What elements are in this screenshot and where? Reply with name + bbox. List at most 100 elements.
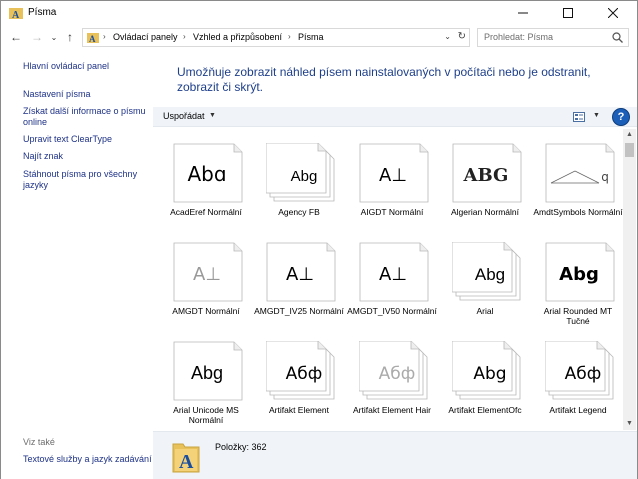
- search-placeholder: Prohledat: Písma: [484, 32, 554, 42]
- window-title: Písma: [28, 7, 57, 18]
- details-pane: A Položky: 362: [153, 431, 637, 479]
- font-tile[interactable]: Абф Artifakt Element Hair: [347, 331, 437, 429]
- scroll-down-icon[interactable]: ▼: [623, 418, 636, 430]
- font-tile[interactable]: q AmdtSymbols Normální: [533, 133, 623, 231]
- left-link-control-panel-home[interactable]: Hlavní ovládací panel: [23, 61, 109, 72]
- font-sample: Абф: [379, 364, 416, 384]
- minimize-button[interactable]: [501, 1, 545, 25]
- font-sample: Abɑ: [187, 162, 226, 186]
- minimize-icon: [518, 12, 528, 14]
- font-file-icon: q: [545, 143, 615, 203]
- fonts-folder-icon: A: [87, 33, 99, 44]
- font-name: AcadEref Normální: [170, 207, 242, 217]
- left-link-find-character[interactable]: Najít znak: [23, 151, 63, 162]
- search-box[interactable]: Prohledat: Písma: [477, 28, 629, 47]
- close-button[interactable]: [591, 1, 635, 25]
- font-name: Algerian Normální: [450, 207, 520, 217]
- font-file-icon: Abg: [173, 341, 243, 401]
- search-icon: [612, 32, 623, 43]
- font-name: Arial: [476, 306, 494, 316]
- view-options-icon[interactable]: [573, 112, 585, 122]
- font-name: Arial Unicode MS Normální: [173, 405, 239, 425]
- see-also-label: Viz také: [23, 437, 55, 447]
- font-sample: A⊥: [286, 264, 314, 285]
- svg-text:A: A: [179, 451, 194, 473]
- font-tile[interactable]: Abg Agency FB: [254, 133, 344, 231]
- font-sample: A⊥: [193, 264, 221, 285]
- svg-text:A: A: [89, 34, 96, 44]
- font-family-stack-icon: Abg: [452, 242, 521, 301]
- maximize-button[interactable]: [546, 1, 590, 25]
- organize-dropdown-icon[interactable]: ▼: [209, 112, 216, 119]
- font-file-icon: Abg: [545, 242, 615, 302]
- font-tile[interactable]: Abg Arial Rounded MT Tučné: [533, 232, 623, 330]
- font-tile[interactable]: A⊥ AMGDT Normální: [161, 232, 251, 330]
- font-family-stack-icon: Abg: [452, 341, 521, 400]
- page-heading: Umožňuje zobrazit náhled písem nainstalo…: [177, 65, 591, 94]
- forward-button[interactable]: →: [28, 28, 46, 46]
- font-sample: Abg: [559, 264, 599, 285]
- font-tile[interactable]: Абф Artifakt Legend: [533, 331, 623, 429]
- fonts-folder-icon: A: [9, 8, 23, 20]
- font-sample: A⊥: [379, 264, 407, 285]
- font-file-icon: A⊥: [359, 143, 429, 203]
- font-sample: Abg: [191, 363, 223, 383]
- font-tile[interactable]: A⊥ AIGDT Normální: [347, 133, 437, 231]
- vertical-scrollbar[interactable]: ▲ ▼: [623, 129, 636, 430]
- font-sample: Абф: [286, 364, 323, 384]
- font-name: AMGDT Normální: [172, 306, 240, 316]
- breadcrumb-separator-icon: ›: [183, 32, 186, 41]
- font-tile[interactable]: Абф Artifakt Element: [254, 331, 344, 429]
- back-button[interactable]: ←: [7, 28, 25, 46]
- breadcrumb-fonts[interactable]: Písma: [298, 32, 324, 42]
- font-family-stack-icon: Абф: [359, 341, 428, 400]
- font-tile[interactable]: Abg Arial Unicode MS Normální: [161, 331, 251, 429]
- font-name: Artifakt ElementOfc: [448, 405, 522, 415]
- up-button[interactable]: ↑: [61, 28, 79, 46]
- font-name: Artifakt Element: [269, 405, 329, 415]
- navigation-bar: ← → ⌄ ↑ A › Ovládací panely › Vzhled a p…: [1, 26, 637, 48]
- address-bar[interactable]: A › Ovládací panely › Vzhled a přizpůsob…: [82, 28, 470, 47]
- left-link-text-services[interactable]: Textové služby a jazyk zadávání: [23, 454, 152, 465]
- left-link-font-info-online[interactable]: Získat další informace o písmu online: [23, 106, 148, 128]
- font-tile[interactable]: Abɑ AcadEref Normální: [161, 133, 251, 231]
- font-name: AIGDT Normální: [360, 207, 424, 217]
- font-file-icon: A⊥: [359, 242, 429, 302]
- breadcrumb-appearance[interactable]: Vzhled a přizpůsobení: [193, 32, 282, 42]
- font-tile[interactable]: A⊥ AMGDT_IV25 Normální: [254, 232, 344, 330]
- font-grid: Abɑ AcadEref Normální Abg Agency FB A⊥ AIGDT …: [153, 129, 623, 429]
- font-sample: Abg: [291, 168, 318, 185]
- left-pane: Hlavní ovládací panel Nastavení písma Zí…: [1, 49, 153, 479]
- font-tile[interactable]: Abg Arial: [440, 232, 530, 330]
- close-icon: [608, 8, 618, 18]
- font-file-icon: A⊥: [266, 242, 336, 302]
- refresh-icon[interactable]: ↻: [458, 31, 466, 42]
- breadcrumb-separator-icon: ›: [288, 32, 291, 41]
- font-sample: ABG: [463, 165, 509, 186]
- fonts-window: A Písma ← → ⌄ ↑ A › Ovládací panely › Vz…: [0, 0, 638, 479]
- breadcrumb-control-panel[interactable]: Ovládací panely: [113, 32, 178, 42]
- font-tile[interactable]: A⊥ AMGDT_IV50 Normální: [347, 232, 437, 330]
- maximize-icon: [563, 8, 573, 18]
- font-tile[interactable]: ABG Algerian Normální: [440, 133, 530, 231]
- command-bar: Uspořádat ▼ ▼ ?: [153, 107, 637, 127]
- font-tile[interactable]: Abg Artifakt ElementOfc: [440, 331, 530, 429]
- font-file-icon: ABG: [452, 143, 522, 203]
- fonts-folder-icon: A: [172, 443, 200, 473]
- font-name: AMGDT_IV50 Normální: [347, 306, 437, 316]
- left-link-cleartype[interactable]: Upravit text ClearType: [23, 134, 112, 145]
- main-pane: Umožňuje zobrazit náhled písem nainstalo…: [153, 49, 637, 479]
- font-file-icon: A⊥: [173, 242, 243, 302]
- help-button[interactable]: ?: [612, 108, 630, 126]
- left-link-font-settings[interactable]: Nastavení písma: [23, 89, 91, 100]
- scroll-up-icon[interactable]: ▲: [623, 129, 636, 141]
- scroll-thumb[interactable]: [625, 143, 634, 157]
- view-dropdown-icon[interactable]: ▼: [593, 112, 600, 119]
- font-name: Artifakt Element Hair: [353, 405, 431, 415]
- left-link-download-fonts[interactable]: Stáhnout písma pro všechny jazyky: [23, 169, 143, 191]
- font-name: Agency FB: [278, 207, 320, 217]
- organize-button[interactable]: Uspořádat: [163, 111, 205, 121]
- font-file-icon: Abɑ: [173, 143, 243, 203]
- address-dropdown-icon[interactable]: ⌄: [444, 32, 451, 41]
- title-bar: A Písma: [1, 1, 637, 25]
